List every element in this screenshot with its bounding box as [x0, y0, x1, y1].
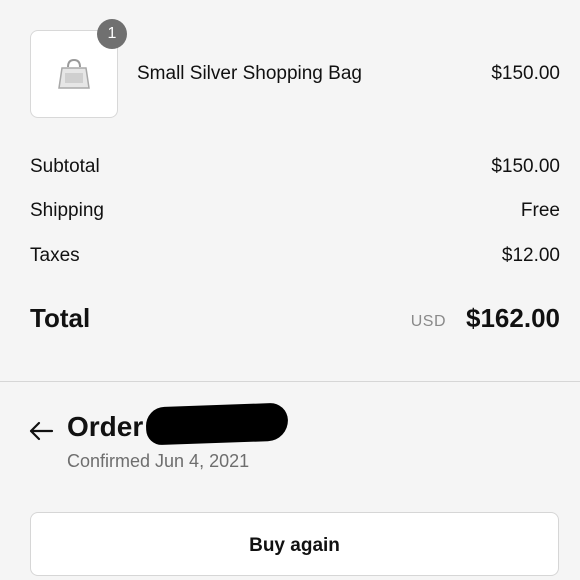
order-title: Order	[67, 411, 144, 442]
order-status-page: 1 Small Silver Shopping Bag $150.00 Subt…	[0, 0, 580, 580]
total-label: Total	[30, 303, 91, 333]
confirmed-date: Confirmed Jun 4, 2021	[67, 451, 250, 471]
shipping-value: Free	[520, 200, 560, 221]
line-item: 1 Small Silver Shopping Bag $150.00	[30, 19, 560, 118]
total-currency: USD	[410, 313, 446, 330]
redacted-order-number	[145, 402, 289, 446]
item-name: Small Silver Shopping Bag	[137, 63, 362, 84]
shopping-bag-icon	[58, 58, 90, 89]
quantity-badge: 1	[97, 19, 127, 49]
shipping-label: Shipping	[30, 200, 104, 221]
subtotal-value: $150.00	[491, 156, 560, 177]
section-divider	[0, 381, 580, 382]
total-value: $162.00	[466, 303, 560, 333]
buy-again-button[interactable]: Buy again	[30, 512, 559, 576]
subtotal-label: Subtotal	[30, 156, 100, 177]
taxes-label: Taxes	[30, 245, 80, 266]
taxes-value: $12.00	[501, 245, 560, 266]
item-price: $150.00	[491, 63, 560, 84]
arrow-left-icon[interactable]	[28, 419, 54, 443]
